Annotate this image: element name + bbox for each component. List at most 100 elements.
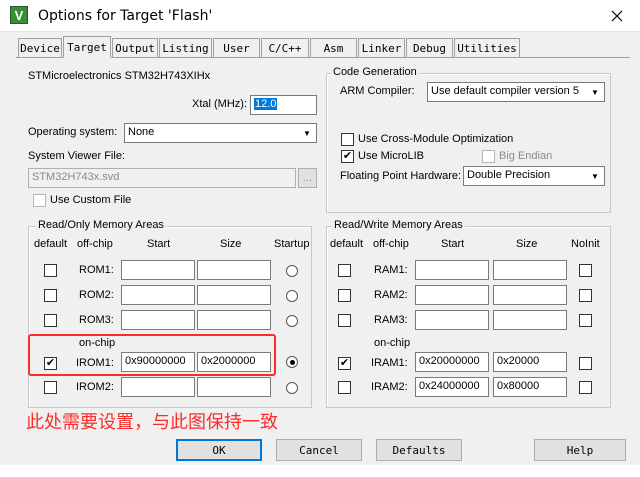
help-button[interactable]: Help: [534, 439, 626, 461]
rom-default-header: default: [34, 238, 68, 250]
iram2-default-checkbox[interactable]: [338, 381, 351, 394]
ram3-start-field[interactable]: [415, 310, 489, 330]
iram2-start-field[interactable]: 0x24000000: [415, 377, 489, 397]
xtal-field[interactable]: 12.0: [250, 95, 317, 115]
big-endian-label: Big Endian: [499, 150, 553, 162]
chevron-down-icon: ▼: [303, 128, 311, 138]
close-button[interactable]: [603, 4, 631, 28]
iram1-default-checkbox[interactable]: ✔: [338, 357, 351, 370]
ram2-label: RAM2:: [374, 289, 408, 301]
iram1-noinit-checkbox[interactable]: [579, 357, 592, 370]
rom-size-header: Size: [220, 238, 242, 250]
iram2-size-field[interactable]: 0x80000: [493, 377, 567, 397]
ram1-noinit-checkbox[interactable]: [579, 264, 592, 277]
chevron-down-icon: ▼: [591, 87, 599, 97]
ram-size-header: Size: [516, 238, 538, 250]
svd-file-field[interactable]: STM32H743x.svd: [28, 168, 296, 188]
tab-utilities[interactable]: Utilities: [454, 38, 520, 57]
rom3-default-checkbox[interactable]: [44, 314, 57, 327]
rom-offchip-header: off-chip: [77, 238, 113, 250]
chevron-down-icon: ▼: [591, 171, 599, 181]
ram1-default-checkbox[interactable]: [338, 264, 351, 277]
tab-device[interactable]: Device: [18, 38, 62, 57]
rom1-start-field[interactable]: [121, 260, 195, 280]
irom2-startup-radio[interactable]: [286, 382, 298, 394]
annotation-text: 此处需要设置，与此图保持一致: [26, 412, 278, 433]
irom1-startup-radio[interactable]: [286, 356, 298, 368]
ram2-size-field[interactable]: [493, 285, 567, 305]
microlib-label: Use MicroLIB: [358, 150, 425, 162]
iram1-start-field[interactable]: 0x20000000: [415, 352, 489, 372]
ram-offchip-header: off-chip: [373, 238, 409, 250]
background-strip: [0, 465, 640, 477]
highlight-box: [28, 334, 276, 376]
rom-group-title: Read/Only Memory Areas: [36, 219, 166, 231]
ram3-noinit-checkbox[interactable]: [579, 314, 592, 327]
close-icon: [611, 10, 623, 22]
cancel-button[interactable]: Cancel: [276, 439, 362, 461]
iram2-label: IRAM2:: [371, 381, 408, 393]
iram2-noinit-checkbox[interactable]: [579, 381, 592, 394]
irom2-default-checkbox[interactable]: [44, 381, 57, 394]
cross-module-checkbox[interactable]: [341, 133, 354, 146]
rom1-default-checkbox[interactable]: [44, 264, 57, 277]
rom2-startup-radio[interactable]: [286, 290, 298, 302]
code-generation-title: Code Generation: [331, 66, 419, 78]
window-title: Options for Target 'Flash': [38, 8, 213, 24]
tab-asm[interactable]: Asm: [310, 38, 357, 57]
ram2-start-field[interactable]: [415, 285, 489, 305]
device-name: STMicroelectronics STM32H743XIHx: [28, 70, 211, 82]
rom1-size-field[interactable]: [197, 260, 271, 280]
microlib-checkbox[interactable]: ✔: [341, 150, 354, 163]
ram2-noinit-checkbox[interactable]: [579, 289, 592, 302]
use-custom-file-checkbox[interactable]: [33, 194, 46, 207]
rom-startup-header: Startup: [274, 238, 310, 250]
rom2-start-field[interactable]: [121, 285, 195, 305]
rom3-startup-radio[interactable]: [286, 315, 298, 327]
os-select[interactable]: None ▼: [124, 123, 317, 143]
rom1-startup-radio[interactable]: [286, 265, 298, 277]
tab-linker[interactable]: Linker: [358, 38, 405, 57]
rom2-label: ROM2:: [79, 289, 114, 301]
title-bar: V Options for Target 'Flash': [0, 0, 640, 32]
keil-app-icon: V: [10, 6, 28, 24]
ram3-default-checkbox[interactable]: [338, 314, 351, 327]
os-label: Operating system:: [28, 126, 118, 138]
fpu-select[interactable]: Double Precision ▼: [463, 166, 605, 186]
rom3-size-field[interactable]: [197, 310, 271, 330]
rom1-label: ROM1:: [79, 264, 114, 276]
tab-target[interactable]: Target: [63, 36, 111, 58]
ram-onchip-label: on-chip: [374, 337, 411, 349]
ram-start-header: Start: [441, 238, 465, 250]
browse-button[interactable]: ...: [298, 168, 317, 188]
ram-noinit-header: NoInit: [571, 238, 600, 250]
compiler-label: ARM Compiler:: [340, 85, 415, 97]
iram1-label: IRAM1:: [371, 357, 408, 369]
defaults-button[interactable]: Defaults: [376, 439, 462, 461]
rom2-size-field[interactable]: [197, 285, 271, 305]
rom2-default-checkbox[interactable]: [44, 289, 57, 302]
fpu-label: Floating Point Hardware:: [340, 170, 462, 182]
tab-cc[interactable]: C/C++: [261, 38, 309, 57]
ram1-label: RAM1:: [374, 264, 408, 276]
tab-output[interactable]: Output: [112, 38, 158, 57]
tab-debug[interactable]: Debug: [406, 38, 453, 57]
rom3-label: ROM3:: [79, 314, 114, 326]
ram1-start-field[interactable]: [415, 260, 489, 280]
rom-start-header: Start: [147, 238, 171, 250]
compiler-select[interactable]: Use default compiler version 5 ▼: [427, 82, 605, 102]
xtal-label: Xtal (MHz):: [192, 98, 247, 110]
big-endian-checkbox[interactable]: [482, 150, 495, 163]
iram1-size-field[interactable]: 0x20000: [493, 352, 567, 372]
irom2-label: IROM2:: [76, 381, 114, 393]
irom2-start-field[interactable]: [121, 377, 195, 397]
ram1-size-field[interactable]: [493, 260, 567, 280]
ram3-size-field[interactable]: [493, 310, 567, 330]
ram-group-title: Read/Write Memory Areas: [332, 219, 465, 231]
irom2-size-field[interactable]: [197, 377, 271, 397]
ram2-default-checkbox[interactable]: [338, 289, 351, 302]
tab-listing[interactable]: Listing: [159, 38, 212, 57]
tab-user[interactable]: User: [213, 38, 260, 57]
rom3-start-field[interactable]: [121, 310, 195, 330]
ok-button[interactable]: OK: [176, 439, 262, 461]
